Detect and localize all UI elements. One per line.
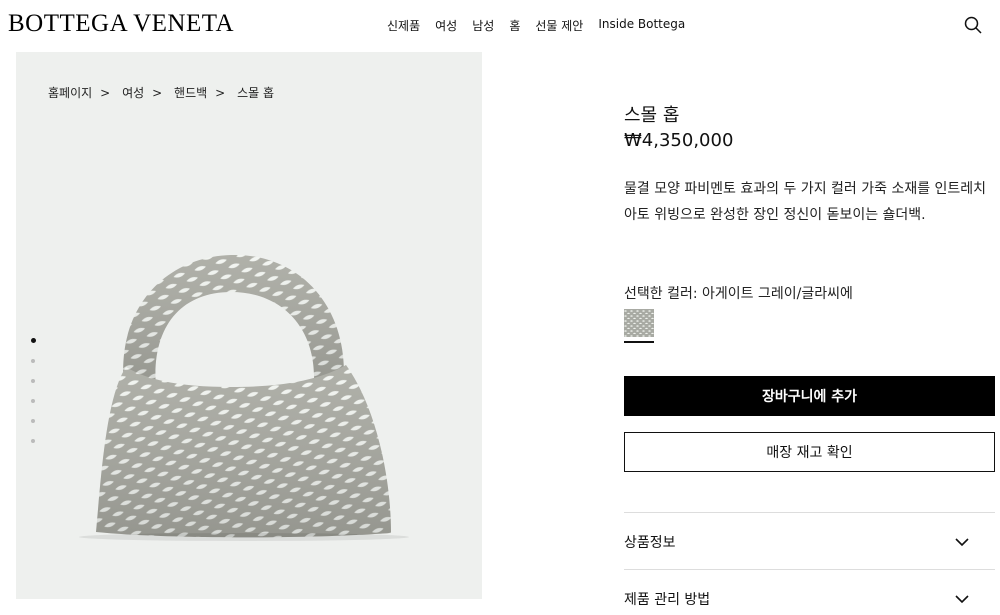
divider — [624, 512, 995, 513]
breadcrumb: 홈페이지 > 여성 > 핸드백 > 스몰 홉 — [48, 86, 274, 100]
site-header: BOTTEGA VENETA 신제품 여성 남성 홈 선물 제안 Inside … — [0, 0, 1000, 50]
nav-item-women[interactable]: 여성 — [435, 17, 457, 34]
gallery-dot[interactable] — [30, 338, 36, 343]
hop-bag-image — [79, 254, 409, 541]
brand-logo[interactable]: BOTTEGA VENETA — [8, 10, 234, 38]
selected-color-label: 선택한 컬러: 아게이트 그레이/글라씨에 — [624, 286, 853, 302]
check-store-stock-button[interactable]: 매장 재고 확인 — [624, 432, 995, 472]
gallery-dot[interactable] — [31, 379, 35, 383]
nav-item-inside-bottega[interactable]: Inside Bottega — [598, 17, 685, 34]
main-nav: 신제품 여성 남성 홈 선물 제안 Inside Bottega — [387, 17, 700, 34]
accordion-care-instructions[interactable]: 제품 관리 방법 — [624, 579, 995, 615]
add-to-cart-button[interactable]: 장바구니에 추가 — [624, 376, 995, 416]
product-title: 스몰 홉 — [624, 105, 680, 126]
nav-item-gifts[interactable]: 선물 제안 — [535, 17, 583, 34]
color-swatch-agate-grey[interactable] — [624, 309, 654, 343]
weave-swatch-icon — [624, 309, 654, 337]
divider — [624, 569, 995, 570]
gallery-dot[interactable] — [31, 439, 35, 443]
breadcrumb-item-handbags[interactable]: 핸드백 — [174, 86, 207, 100]
gallery-dot[interactable] — [31, 359, 35, 363]
chevron-down-icon — [955, 595, 969, 604]
product-image-panel[interactable]: 홈페이지 > 여성 > 핸드백 > 스몰 홉 — [16, 52, 482, 599]
nav-item-men[interactable]: 남성 — [472, 17, 494, 34]
search-icon[interactable] — [963, 15, 983, 35]
gallery-dot[interactable] — [31, 399, 35, 403]
accordion-product-info[interactable]: 상품정보 — [624, 522, 995, 562]
accordion-label: 제품 관리 방법 — [624, 592, 711, 608]
product-description: 물결 모양 파비멘토 효과의 두 가지 컬러 가죽 소재를 인트레치아토 위빙으… — [624, 181, 987, 223]
breadcrumb-item-home[interactable]: 홈페이지 — [48, 86, 92, 100]
gallery-pagination — [30, 338, 37, 459]
product-price: ₩4,350,000 — [624, 130, 734, 151]
chevron-down-icon — [955, 538, 969, 547]
accordion-label: 상품정보 — [624, 535, 676, 551]
gallery-dot[interactable] — [31, 419, 35, 423]
nav-item-home[interactable]: 홈 — [509, 17, 520, 34]
nav-item-new[interactable]: 신제품 — [387, 17, 420, 34]
breadcrumb-item-current: 스몰 홉 — [237, 86, 274, 100]
breadcrumb-item-women[interactable]: 여성 — [122, 86, 144, 100]
